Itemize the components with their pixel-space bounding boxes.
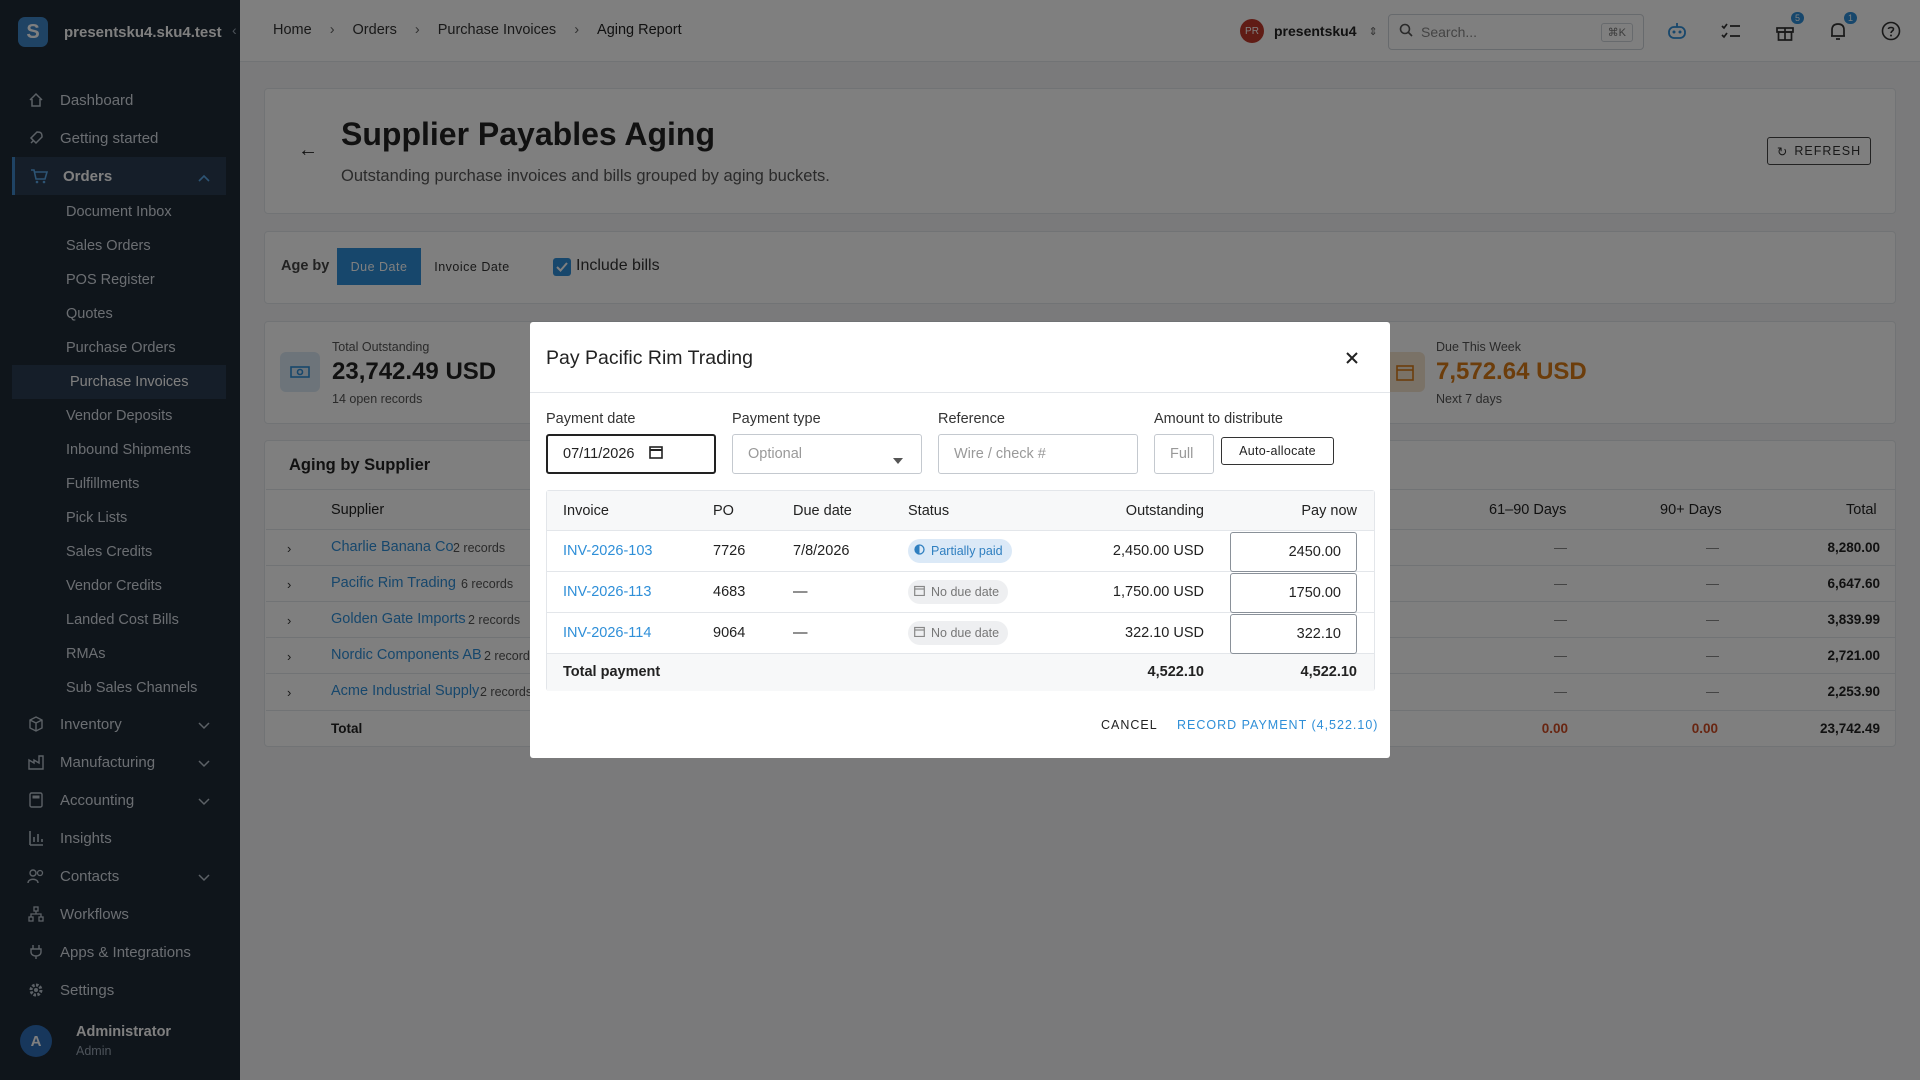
payment-date-field[interactable]: 07/11/2026 [546,434,716,474]
amount-placeholder: Full [1170,446,1194,462]
reference-input[interactable]: Wire / check # [938,434,1138,474]
pay-now-input[interactable]: 322.10 [1230,614,1357,654]
caret-down-icon [893,452,903,468]
status-badge: No due date [908,621,1009,645]
invoice-allocation-table: Invoice PO Due date Status Outstanding P… [546,490,1375,691]
amount-label: Amount to distribute [1154,411,1283,427]
calendar-off-icon [914,626,925,640]
due-date: — [793,625,808,641]
outstanding-amount: 322.10 USD [1125,625,1204,641]
reference-placeholder: Wire / check # [954,446,1046,462]
half-circle-icon [914,544,925,558]
status-badge: No due date [908,580,1009,604]
total-payment-label: Total payment [563,664,661,680]
invoice-link[interactable]: INV-2026-114 [563,625,651,641]
col-pay-now: Pay now [1301,503,1357,519]
col-po: PO [713,503,734,519]
table-row: INV-2026-113 4683 — No due date 1,750.00… [547,572,1374,613]
pay-now-input[interactable]: 1750.00 [1230,573,1357,613]
due-date: 7/8/2026 [793,543,850,559]
po-number: 9064 [713,625,746,641]
cancel-button[interactable]: CANCEL [1101,718,1158,732]
amount-input[interactable]: Full [1154,434,1214,474]
status-label: Partially paid [931,544,1003,558]
calendar-icon[interactable] [648,445,663,463]
col-invoice: Invoice [563,503,609,519]
po-number: 7726 [713,543,746,559]
close-icon[interactable] [1345,348,1359,371]
payment-type-placeholder: Optional [748,446,803,462]
total-outstanding: 4,522.10 [1147,664,1204,680]
payment-type-label: Payment type [732,411,821,427]
table-header: Invoice PO Due date Status Outstanding P… [547,491,1374,531]
col-due-date: Due date [793,503,852,519]
total-pay-now: 4,522.10 [1300,664,1357,680]
auto-allocate-button[interactable]: Auto-allocate [1221,437,1334,465]
outstanding-amount: 1,750.00 USD [1112,584,1204,600]
payment-date-label: Payment date [546,411,636,427]
po-number: 4683 [713,584,746,600]
status-label: No due date [931,585,1000,599]
payment-type-select[interactable]: Optional [732,434,922,474]
col-status: Status [908,503,950,519]
payment-date-value: 07/11/2026 [563,446,635,462]
due-date: — [793,584,808,600]
calendar-off-icon [914,585,925,599]
status-badge: Partially paid [908,539,1012,563]
total-payment-row: Total payment 4,522.10 4,522.10 [547,654,1374,691]
table-row: INV-2026-103 7726 7/8/2026 Partially pai… [547,531,1374,572]
reference-label: Reference [938,411,1005,427]
status-label: No due date [931,626,1000,640]
invoice-link[interactable]: INV-2026-103 [563,543,652,559]
record-payment-button[interactable]: RECORD PAYMENT (4,522.10) [1177,718,1378,732]
payment-dialog: Pay Pacific Rim Trading Payment date 07/… [530,322,1390,758]
outstanding-amount: 2,450.00 USD [1112,543,1204,559]
col-outstanding: Outstanding [1125,503,1204,519]
invoice-link[interactable]: INV-2026-113 [563,584,651,600]
pay-now-input[interactable]: 2450.00 [1230,532,1357,572]
dialog-title: Pay Pacific Rim Trading [546,347,753,369]
table-row: INV-2026-114 9064 — No due date 322.10 U… [547,613,1374,654]
